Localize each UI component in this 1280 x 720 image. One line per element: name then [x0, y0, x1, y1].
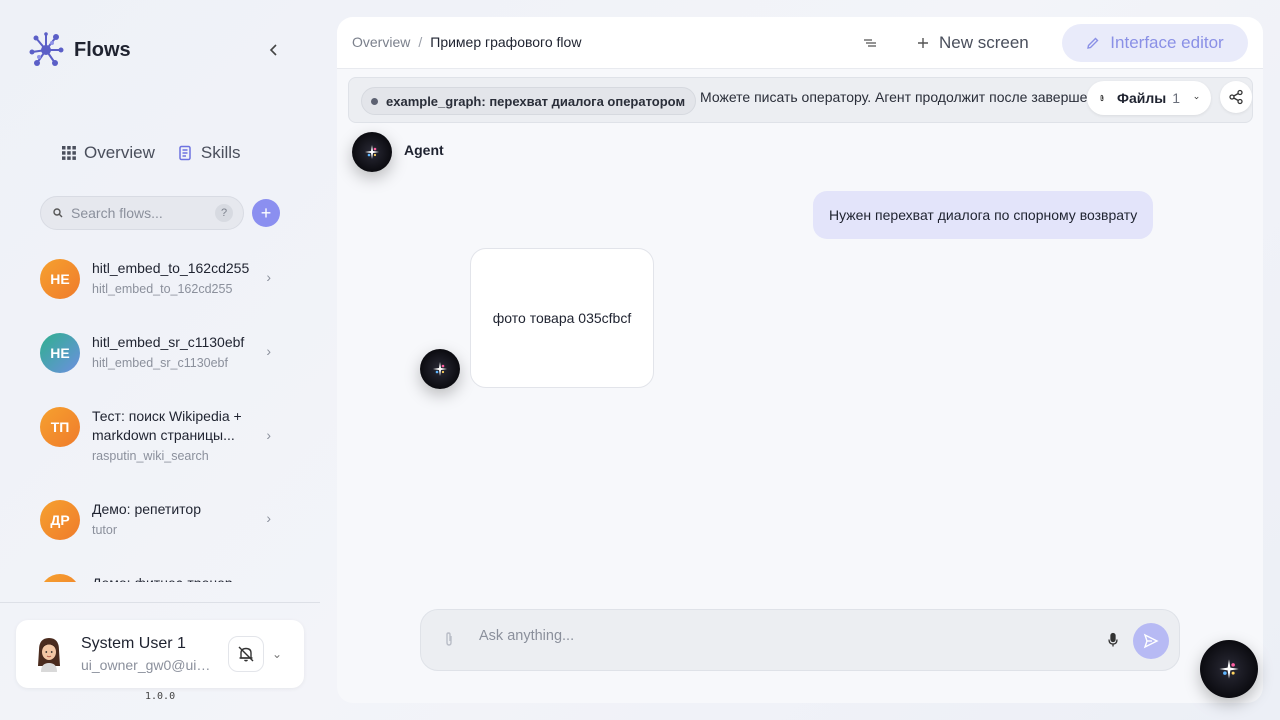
pencil-icon — [1087, 37, 1099, 49]
flow-title: hitl_embed_to_162cd255 — [92, 260, 250, 276]
agent-message-avatar — [420, 349, 460, 389]
flows-logo-icon — [29, 32, 64, 66]
chevron-right-icon: › — [266, 427, 271, 443]
breadcrumb-separator: / — [418, 34, 423, 50]
help-icon[interactable]: ? — [215, 204, 233, 222]
chevron-down-icon[interactable]: ⌄ — [272, 647, 282, 661]
nav-skills[interactable]: Skills — [177, 143, 241, 163]
scroll-icon — [179, 145, 191, 161]
search-icon — [53, 208, 63, 218]
status-pill-label: example_graph: перехват диалога оператор… — [386, 93, 686, 109]
flow-title: Демо: репетитор — [92, 501, 201, 517]
search-input[interactable] — [71, 205, 201, 221]
interface-editor-label: Interface editor — [1110, 33, 1224, 52]
sparkle-icon — [1219, 659, 1239, 679]
sidebar-nav: Overview Skills — [62, 143, 241, 163]
flow-title: hitl_embed_sr_c1130ebf — [92, 334, 245, 350]
composer — [420, 609, 1180, 671]
breadcrumb: Overview / Пример графового flow — [352, 34, 581, 50]
sparkle-icon — [365, 145, 379, 159]
brand[interactable]: Flows — [28, 32, 131, 68]
flow-item[interactable]: ДР Демо: репетитор tutor › — [40, 500, 285, 540]
share-icon — [1229, 89, 1243, 105]
microphone-icon[interactable] — [1107, 632, 1119, 648]
bell-off-icon — [238, 646, 254, 662]
agent-attachment-card[interactable]: фото товара 035cfbcf — [470, 248, 654, 388]
chevron-down-icon — [1194, 96, 1199, 100]
flow-subtitle: tutor — [92, 523, 118, 537]
message-input[interactable] — [479, 628, 1079, 644]
flow-item[interactable]: ТП Тест: поиск Wikipedia + markdown стра… — [40, 407, 285, 463]
interface-editor-button[interactable]: Interface editor — [1062, 24, 1248, 62]
status-pill: example_graph: перехват диалога оператор… — [361, 87, 697, 115]
flow-title: Демо: фитнес-тренер — [92, 574, 252, 582]
breadcrumb-current: Пример графового flow — [430, 34, 582, 50]
paperclip-icon[interactable] — [443, 631, 455, 647]
flow-avatar: ДФ — [40, 574, 80, 582]
status-dot — [371, 98, 378, 105]
files-button[interactable]: Файлы 1 — [1087, 81, 1211, 115]
files-count: 1 — [1172, 90, 1180, 106]
notifications-button[interactable] — [228, 636, 264, 672]
new-screen-label: New screen — [939, 33, 1029, 52]
send-button[interactable] — [1133, 623, 1169, 659]
search-box: ? — [40, 196, 244, 230]
send-icon — [1143, 633, 1159, 649]
sidebar-divider — [0, 602, 320, 603]
flow-title: Тест: поиск Wikipedia + markdown страниц… — [92, 408, 242, 443]
flow-item[interactable]: HE hitl_embed_to_162cd255 hitl_embed_to_… — [40, 259, 285, 299]
sidebar: Flows Overview Skills ? + HE h — [0, 0, 320, 720]
topbar: Overview / Пример графового flow New scr… — [337, 17, 1263, 69]
outline-button[interactable] — [861, 34, 879, 52]
agent-header: Agent — [352, 132, 444, 172]
agent-avatar — [352, 132, 392, 172]
user-card[interactable]: System User 1 ui_owner_gw0@ui_... ⌄ — [16, 620, 304, 688]
flow-list: HE hitl_embed_to_162cd255 hitl_embed_to_… — [40, 248, 290, 582]
flow-subtitle: hitl_embed_to_162cd255 — [92, 282, 233, 296]
agent-name: Agent — [404, 142, 444, 158]
flow-item[interactable]: HE hitl_embed_sr_c1130ebf hitl_embed_sr_… — [40, 333, 285, 373]
brand-name: Flows — [74, 38, 131, 61]
flow-avatar: HE — [40, 259, 80, 299]
add-flow-button[interactable]: + — [252, 199, 280, 227]
chevron-right-icon: › — [266, 269, 271, 285]
app-version: 1.0.0 — [145, 691, 176, 702]
flow-avatar: ТП — [40, 407, 80, 447]
main-panel: Overview / Пример графового flow New scr… — [337, 17, 1263, 703]
flow-avatar: ДР — [40, 500, 80, 540]
user-email: ui_owner_gw0@ui_... — [81, 657, 211, 673]
nav-overview[interactable]: Overview — [62, 143, 155, 163]
nav-overview-label: Overview — [84, 143, 155, 162]
files-label: Файлы — [1117, 90, 1167, 106]
sparkle-icon — [433, 362, 447, 376]
status-bar: example_graph: перехват диалога оператор… — [348, 77, 1253, 123]
user-avatar — [38, 638, 60, 672]
flow-subtitle: hitl_embed_sr_c1130ebf — [92, 356, 228, 370]
flow-avatar: HE — [40, 333, 80, 373]
nav-skills-label: Skills — [200, 143, 241, 162]
flow-item[interactable]: ДФ Демо: фитнес-тренер — [40, 574, 285, 582]
status-message: Можете писать оператору. Агент продолжит… — [700, 89, 1115, 105]
flow-subtitle: rasputin_wiki_search — [92, 449, 209, 463]
user-name: System User 1 — [81, 635, 186, 652]
chevron-left-icon — [269, 44, 277, 56]
grid-icon — [62, 146, 76, 160]
list-indent-icon — [864, 39, 876, 47]
user-message-bubble: Нужен перехват диалога по спорному возвр… — [813, 191, 1154, 239]
assistant-launcher-button[interactable] — [1200, 640, 1258, 698]
chevron-right-icon: › — [266, 510, 271, 526]
chevron-right-icon: › — [266, 343, 271, 359]
plus-icon — [918, 38, 928, 48]
breadcrumb-overview[interactable]: Overview — [352, 34, 410, 50]
new-screen-button[interactable]: New screen — [917, 33, 1029, 53]
paperclip-icon — [1100, 94, 1104, 102]
share-button[interactable] — [1220, 81, 1252, 113]
collapse-sidebar-button[interactable] — [264, 40, 284, 60]
